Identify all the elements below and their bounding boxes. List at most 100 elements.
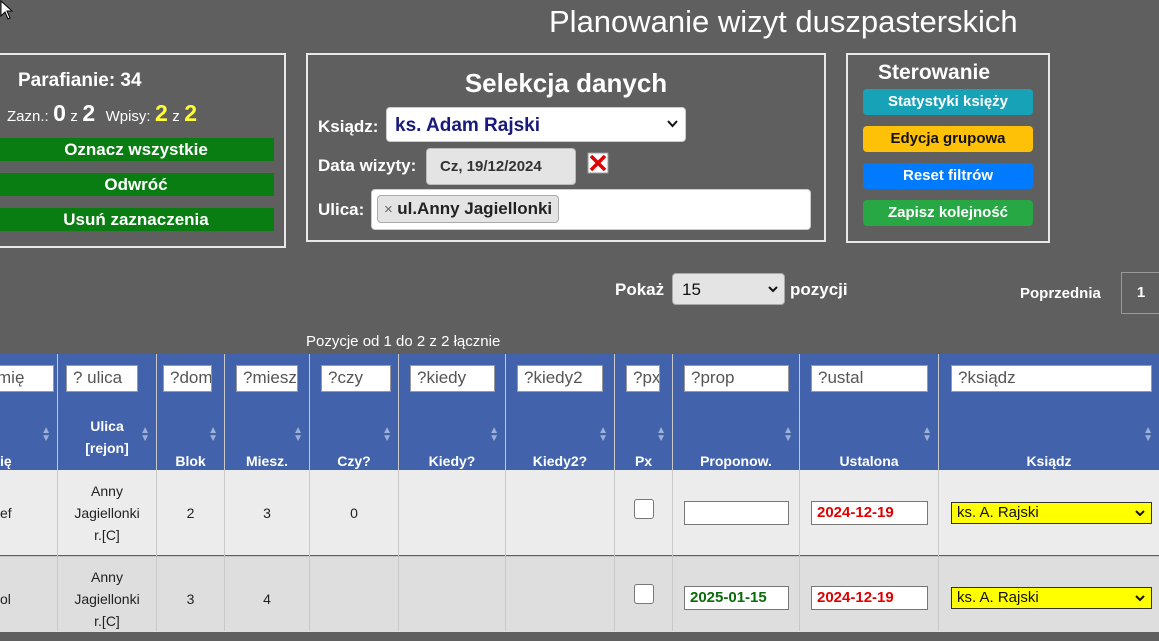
positions-label: pozycji	[790, 280, 848, 299]
previous-page-button[interactable]: Poprzednia	[1020, 285, 1101, 302]
cell-name: ol	[0, 590, 11, 607]
cell-block: 3	[186, 590, 195, 607]
sort-icon: ▲ ▼	[656, 425, 666, 444]
priest-row-value: ks. A. Rajski	[957, 589, 1039, 606]
page-1-button[interactable]: 1	[1121, 272, 1159, 314]
selected-value: 0	[53, 100, 66, 126]
reset-filters-button[interactable]: Reset filtrów	[863, 163, 1033, 189]
cell-apartment: 4	[263, 590, 271, 607]
group-edit-button[interactable]: Edycja grupowa	[863, 126, 1033, 152]
tag-remove-icon[interactable]: ×	[384, 201, 393, 218]
cell-name: ef	[0, 504, 12, 521]
proposed-date-input[interactable]	[684, 501, 789, 525]
column-divider	[799, 354, 800, 631]
cell-kiedy2	[506, 470, 614, 555]
clear-date-icon[interactable]	[587, 152, 609, 174]
priest-select-value: ks. Adam Rajski	[395, 115, 541, 136]
cell-czy	[310, 556, 398, 641]
selection-counter: Zazn.: 0 z 2 Wpisy: 2 z 2	[7, 100, 197, 127]
mouse-pointer-icon	[0, 0, 14, 20]
proposed-date-input[interactable]: 2025-01-15	[684, 586, 789, 610]
sort-icon: ▲ ▼	[1143, 425, 1153, 444]
mark-all-button[interactable]: Oznacz wszystkie	[0, 138, 274, 161]
sort-icon: ▲ ▼	[41, 425, 51, 444]
date-input[interactable]: Cz, 19/12/2024	[426, 148, 576, 185]
priest-select[interactable]: ks. Adam Rajski	[386, 107, 686, 142]
entries-label: Wpisy:	[105, 108, 151, 125]
filter-set-date[interactable]: ?ustal	[811, 365, 928, 392]
cell-block: 2	[186, 504, 195, 521]
sort-icon: ▲ ▼	[208, 425, 218, 444]
column-divider	[938, 354, 939, 631]
entries-value: 2	[155, 100, 168, 126]
clear-selection-button[interactable]: Usuń zaznaczenia	[0, 208, 274, 231]
of-label: z	[70, 108, 78, 125]
of-label: z	[172, 108, 180, 125]
filter-czy[interactable]: ?czy	[321, 365, 391, 392]
street-tag-label: ul.Anny Jagiellonki	[397, 199, 553, 218]
header-street-label: Ulica	[90, 417, 124, 434]
parishioners-count: Parafianie: 34	[18, 70, 142, 91]
street-tag: × ul.Anny Jagiellonki	[377, 195, 560, 223]
page-size-value: 15	[682, 280, 701, 299]
show-label: Pokaż	[615, 280, 665, 299]
cell-street: Anny Jagiellonki r.[C]	[58, 470, 156, 555]
px-checkbox[interactable]	[634, 499, 654, 519]
filter-priest[interactable]: ?ksiądz	[951, 365, 1152, 392]
cell-kiedy2	[506, 556, 614, 641]
header-proposed-label: Proponow.	[700, 452, 772, 469]
sort-icon: ▲ ▼	[140, 425, 150, 444]
selected-total: 2	[82, 100, 96, 126]
chevron-down-icon	[1135, 510, 1145, 517]
filter-proposed[interactable]: ?prop	[684, 365, 789, 392]
selected-label: Zazn.:	[7, 108, 49, 125]
sort-icon: ▲ ▼	[598, 425, 608, 444]
header-px-label: Px	[634, 452, 653, 469]
filter-apartment[interactable]: ?miesz	[236, 365, 298, 392]
header-kiedy-label: Kiedy?	[428, 452, 476, 469]
sort-icon: ▲ ▼	[783, 425, 793, 444]
header-czy-label: Czy?	[337, 452, 371, 469]
px-checkbox[interactable]	[634, 584, 654, 604]
header-apartment-label: Miesz.	[245, 452, 288, 469]
header-priest-label: Ksiądz	[1026, 452, 1072, 469]
set-date-input[interactable]: 2024-12-19	[811, 586, 928, 610]
cell-kiedy	[399, 470, 505, 555]
filter-kiedy[interactable]: ?kiedy	[410, 365, 495, 392]
header-street-region: [rejon]	[85, 439, 129, 456]
priest-row-select[interactable]: ks. A. Rajski	[951, 502, 1152, 524]
priest-label: Ksiądz:	[318, 117, 379, 136]
filter-px[interactable]: ?px	[626, 365, 660, 392]
cell-czy: 0	[350, 504, 358, 521]
control-heading: Sterowanie	[878, 61, 991, 84]
selection-heading: Selekcja danych	[464, 68, 668, 98]
header-kiedy2-label: Kiedy2?	[532, 452, 588, 469]
page-size-select[interactable]: 15	[672, 273, 785, 305]
invert-selection-button[interactable]: Odwróć	[0, 173, 274, 196]
filter-kiedy2[interactable]: ?kiedy2	[517, 365, 603, 392]
street-label: Ulica:	[318, 200, 365, 219]
cell-street-line: Anny	[91, 482, 123, 499]
date-value: Cz, 19/12/2024	[440, 158, 542, 175]
save-order-button[interactable]: Zapisz kolejność	[863, 200, 1033, 226]
priest-stats-button[interactable]: Statystyki księży	[863, 89, 1033, 115]
header-block-label: Blok	[175, 452, 206, 469]
filter-street[interactable]: ? ulica	[66, 365, 138, 392]
sort-icon: ▲ ▼	[382, 425, 392, 444]
priest-row-value: ks. A. Rajski	[957, 504, 1039, 521]
cell-street-line: Anny	[91, 568, 123, 585]
priest-row-select[interactable]: ks. A. Rajski	[951, 587, 1152, 609]
cell-kiedy	[399, 556, 505, 641]
header-set-date-label: Ustalona	[839, 452, 899, 469]
cell-street: Anny Jagiellonki r.[C]	[58, 556, 156, 641]
filter-block[interactable]: ?dom	[163, 365, 212, 392]
date-label: Data wizyty:	[318, 156, 417, 175]
street-multiselect[interactable]: × ul.Anny Jagiellonki	[371, 189, 811, 230]
cell-street-line: Jagiellonki	[74, 590, 140, 607]
set-date-input[interactable]: 2024-12-19	[811, 501, 928, 525]
table-info: Pozycje od 1 do 2 z 2 łącznie	[306, 333, 501, 350]
header-street[interactable]: Ulica [rejon] ▲ ▼	[58, 403, 156, 470]
chevron-down-icon	[667, 120, 678, 128]
filter-name[interactable]: mię	[0, 365, 54, 392]
cell-apartment: 3	[263, 504, 271, 521]
